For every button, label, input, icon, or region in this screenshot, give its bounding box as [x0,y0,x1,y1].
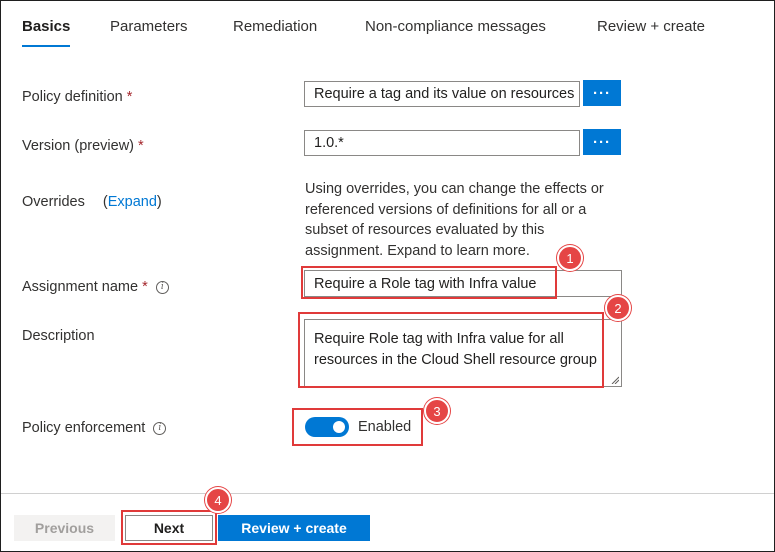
review-create-button[interactable]: Review + create [218,515,370,541]
description-label-text: Description [22,328,95,344]
info-icon[interactable]: i [153,421,167,435]
callout-badge-4: 4 [205,487,231,513]
close-paren: ) [156,194,162,210]
policy-definition-label-text: Policy definition [22,89,123,105]
required-marker: * [138,138,144,154]
policy-enforcement-label-text: Policy enforcement [22,420,146,436]
policy-enforcement-state: Enabled [358,419,412,435]
callout-badge-2: 2 [605,295,631,321]
version-browse-button[interactable]: ··· [583,129,621,155]
required-marker: * [126,89,133,105]
overrides-label-text: Overrides [22,194,85,210]
tab-remediation[interactable]: Remediation [233,18,317,35]
resize-grip-icon[interactable] [611,376,619,384]
overrides-label: Overrides (Expand) [22,194,162,210]
ellipsis-icon: ··· [593,133,611,151]
tab-parameters[interactable]: Parameters [110,18,188,35]
policy-definition-browse-button[interactable]: ··· [583,80,621,106]
version-field[interactable]: 1.0.* [304,130,580,156]
policy-definition-field[interactable]: Require a tag and its value on resources [304,81,580,107]
wizard-tabs: Basics Parameters Remediation Non-compli… [1,1,774,51]
previous-button[interactable]: Previous [14,515,115,541]
active-tab-indicator [22,45,70,47]
assignment-name-value: Require a Role tag with Infra value [314,275,537,292]
version-label: Version (preview) * [22,138,144,154]
callout-badge-1: 1 [557,245,583,271]
tab-review-create[interactable]: Review + create [597,18,705,35]
next-button[interactable]: Next [125,515,213,541]
overrides-expand-link[interactable]: Expand [108,194,157,210]
policy-definition-value: Require a tag and its value on resources [314,86,575,102]
footer-divider [1,493,774,494]
assignment-name-input[interactable]: Require a Role tag with Infra value [304,270,622,297]
policy-definition-label: Policy definition * [22,89,132,105]
tab-basics[interactable]: Basics [22,18,70,35]
version-value: 1.0.* [314,135,344,151]
assignment-name-label: Assignment name * i [22,279,169,295]
tab-non-compliance-messages[interactable]: Non-compliance messages [365,18,546,35]
policy-enforcement-label: Policy enforcement i [22,420,167,436]
required-marker: * [142,279,148,295]
toggle-knob [333,421,345,433]
description-value: Require Role tag with Infra value for al… [314,331,597,368]
policy-assignment-panel: Basics Parameters Remediation Non-compli… [0,0,775,552]
ellipsis-icon: ··· [593,84,611,102]
assignment-name-label-text: Assignment name [22,279,139,295]
callout-badge-3: 3 [424,398,450,424]
info-icon[interactable]: i [155,280,169,294]
version-label-text: Version (preview) [22,138,135,154]
policy-enforcement-toggle[interactable] [305,417,349,437]
description-textarea[interactable]: Require Role tag with Infra value for al… [304,319,622,387]
description-label: Description [22,328,95,344]
